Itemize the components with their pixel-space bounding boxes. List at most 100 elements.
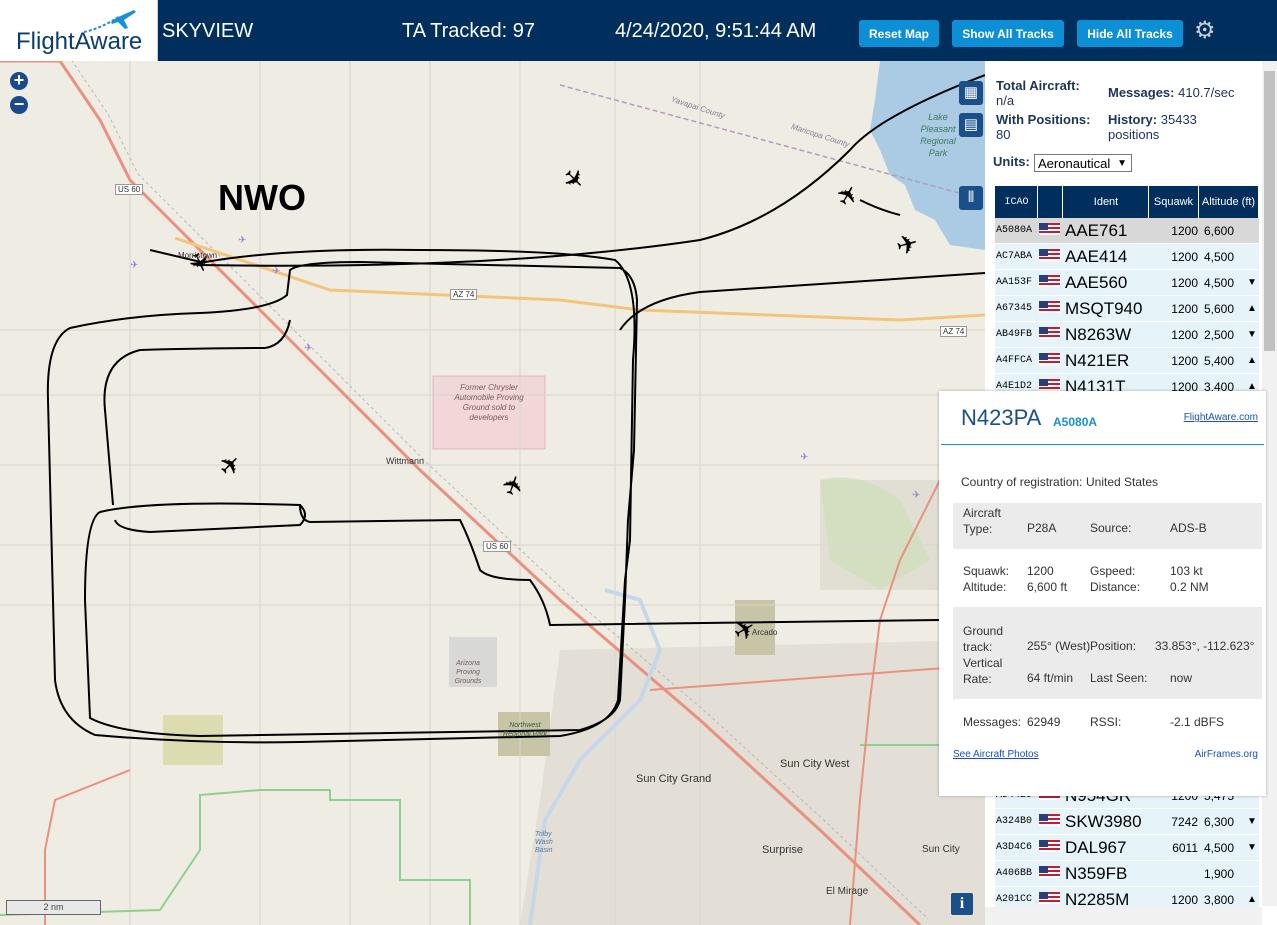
flag-icon xyxy=(1039,840,1064,855)
gspeed-label: Gspeed: xyxy=(1090,564,1136,578)
messages-detail-label: Messages: xyxy=(963,715,1022,729)
row-squawk: 1200 xyxy=(1171,327,1198,342)
map-canvas: ✈ ✈ ✈ ✈ ✈ ✈ ✈ ✈✈✈ ✈✈✈ xyxy=(0,61,985,925)
zoom-in-button[interactable]: + xyxy=(10,71,28,90)
messages-label: Messages: xyxy=(1108,85,1175,100)
horizontal-scrollbar[interactable] xyxy=(985,907,1262,925)
table-row[interactable]: AC7ABA AAE414 1200 4,500 xyxy=(995,244,1259,270)
table-row[interactable]: A5080A AAE761 1200 6,600 xyxy=(995,218,1259,244)
row-icao: A4FFCA xyxy=(996,355,1033,366)
row-squawk: 1200 xyxy=(1171,223,1198,238)
plane-logo-icon xyxy=(83,10,136,33)
flightaware-link[interactable]: FlightAware.com xyxy=(1184,412,1258,423)
app-title: SKYVIEW xyxy=(162,20,254,42)
flag-icon xyxy=(1039,892,1064,907)
area-label-chrysler: Former Chrysler Automobile Proving Groun… xyxy=(454,383,524,422)
area-label-arizona-proving: Arizona Proving Grounds xyxy=(454,660,482,685)
table-row[interactable]: AB49FB N8263W 1200 2,500 ▼ xyxy=(995,322,1259,348)
altitude-trend-icon: ▼ xyxy=(1247,816,1257,827)
table-rows-top: A5080A AAE761 1200 6,600 AC7ABA AAE414 1200 4,5… xyxy=(995,218,1259,400)
squawk-label: Squawk: xyxy=(963,564,1010,578)
columns-toggle-icon[interactable]: ⦀ xyxy=(959,186,983,210)
flag-icon xyxy=(1039,301,1064,316)
us-flag-icon xyxy=(1039,840,1060,852)
hide-all-tracks-button[interactable]: Hide All Tracks xyxy=(1077,20,1183,47)
row-ident: AAE761 xyxy=(1065,220,1128,240)
svg-text:✈: ✈ xyxy=(912,490,920,501)
row-icao: A201CC xyxy=(996,894,1033,905)
us-flag-icon xyxy=(1039,249,1060,261)
row-icao: A67345 xyxy=(996,303,1033,314)
total-aircraft-value: n/a xyxy=(996,93,1015,108)
road-label-az74: AZ 74 xyxy=(450,289,478,300)
row-icao: AB49FB xyxy=(996,329,1033,340)
row-ident: AAE414 xyxy=(1065,246,1128,266)
us-flag-icon xyxy=(1039,379,1060,391)
row-altitude: 4,500 xyxy=(1204,249,1235,264)
detail-divider xyxy=(941,444,1264,445)
with-positions-label: With Positions: xyxy=(996,112,1091,127)
table-row[interactable]: A4FFCA N421ER 1200 5,400 ▲ xyxy=(995,348,1259,374)
total-aircraft-stat: Total Aircraft: n/a xyxy=(996,78,1080,108)
settings-gear-icon[interactable]: ⚙ xyxy=(1194,19,1216,43)
map-layers-icon[interactable]: ▦ xyxy=(959,81,983,105)
grid-view-icon[interactable]: ▤ xyxy=(959,113,983,137)
col-header-altitude[interactable]: Altitude (ft) xyxy=(1199,186,1259,218)
table-row[interactable]: A67345 MSQT940 1200 5,600 ▲ xyxy=(995,296,1259,322)
aircraft-photos-link[interactable]: See Aircraft Photos xyxy=(953,749,1039,760)
svg-text:✈: ✈ xyxy=(130,260,138,271)
map-annotation-nwo: NWO xyxy=(218,177,306,218)
row-icao: A324B0 xyxy=(996,816,1033,827)
detail-callsign: N423PA xyxy=(961,405,1042,430)
wash-label-trilby: Trilby Wash Basin xyxy=(535,831,553,854)
table-rows-bottom: AD4429N954GR12005,475A324B0SKW398072426,… xyxy=(995,783,1259,913)
road-label-az74-2: AZ 74 xyxy=(940,326,968,337)
town-label-wittmann: Wittmann xyxy=(386,456,425,466)
scrollbar-thumb[interactable] xyxy=(1264,71,1275,351)
units-label: Units: xyxy=(993,154,1030,169)
with-positions-value: 80 xyxy=(996,127,1011,142)
units-select[interactable]: Aeronautical ▼ xyxy=(1034,154,1132,172)
zoom-out-button[interactable]: − xyxy=(10,95,28,114)
top-header: FlightAware SKYVIEW TA Tracked: 97 4/24/… xyxy=(0,0,1277,61)
table-row[interactable]: AA153F AAE560 1200 4,500 ▼ xyxy=(995,270,1259,296)
dropdown-arrow-icon: ▼ xyxy=(1117,158,1127,169)
squawk-value: 1200 xyxy=(1027,564,1054,578)
col-header-icao[interactable]: ICAO xyxy=(995,186,1038,218)
ground-track-label: Ground track: xyxy=(963,624,1004,654)
us-flag-icon xyxy=(1039,327,1060,339)
us-flag-icon xyxy=(1039,275,1060,287)
detail-hex-code: A5080A xyxy=(1053,415,1098,429)
distance-value: 0.2 NM xyxy=(1170,580,1209,594)
row-icao: A3D4C6 xyxy=(996,842,1033,853)
row-ident: N8263W xyxy=(1065,324,1132,344)
flag-icon xyxy=(1039,814,1064,829)
svg-text:✈: ✈ xyxy=(800,452,808,463)
info-button[interactable]: i xyxy=(951,893,973,915)
vertical-rate-label: Vertical Rate: xyxy=(963,656,1003,686)
table-row[interactable]: A324B0 SKW3980 7242 6,300 ▼ xyxy=(995,809,1259,835)
row-squawk: 6011 xyxy=(1172,840,1198,855)
distance-label: Distance: xyxy=(1090,580,1141,594)
history-label: History: xyxy=(1108,112,1158,127)
flightaware-logo[interactable]: FlightAware xyxy=(0,0,158,61)
col-header-ident[interactable]: Ident xyxy=(1063,186,1149,218)
row-ident: N421ER xyxy=(1065,350,1130,370)
flag-icon xyxy=(1039,275,1064,290)
source-label: Source: xyxy=(1090,521,1132,535)
col-header-squawk[interactable]: Squawk xyxy=(1149,186,1199,218)
show-all-tracks-button[interactable]: Show All Tracks xyxy=(952,20,1064,47)
table-row[interactable]: A406BB N359FB 1,900 xyxy=(995,861,1259,887)
row-ident: N359FB xyxy=(1065,863,1128,883)
total-aircraft-label: Total Aircraft: xyxy=(996,78,1080,93)
svg-text:✈: ✈ xyxy=(272,266,280,277)
messages-stat: Messages: 410.7/sec xyxy=(1108,85,1234,100)
reset-map-button[interactable]: Reset Map xyxy=(859,20,939,47)
us-flag-icon xyxy=(1039,814,1060,826)
town-label-sun-city-west: Sun City West xyxy=(780,758,850,770)
table-row[interactable]: A3D4C6 DAL967 6011 4,500 ▼ xyxy=(995,835,1259,861)
row-squawk: 1200 xyxy=(1171,249,1198,264)
map-view[interactable]: ✈ ✈ ✈ ✈ ✈ ✈ ✈ ✈ ✈ ✈ ✈ ✈ ✈ + − NWO US 60 US 6… xyxy=(0,61,985,925)
us-flag-icon xyxy=(1039,892,1060,904)
airframes-link[interactable]: AirFrames.org xyxy=(1195,749,1258,760)
